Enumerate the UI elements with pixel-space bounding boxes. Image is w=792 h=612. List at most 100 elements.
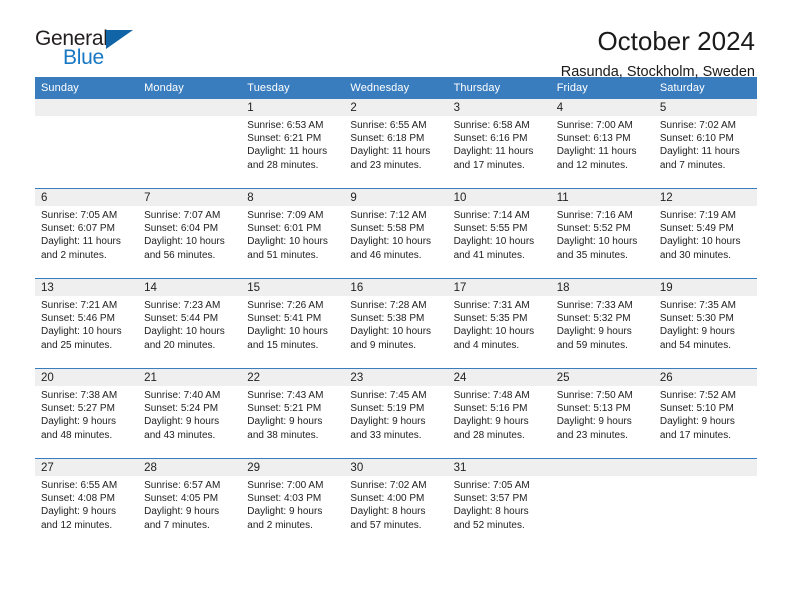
daylight-text-line1: Daylight: 9 hours	[41, 416, 117, 428]
daylight-text-line1: Daylight: 11 hours	[659, 146, 740, 158]
page-header: General Blue October 2024 Rasunda, Stock…	[35, 0, 757, 80]
sunrise-text: Sunrise: 7:00 AM	[247, 480, 324, 491]
sunrise-text: Sunrise: 6:55 AM	[350, 120, 427, 131]
day-details: Sunrise: 7:16 AM Sunset: 5:52 PM Daylight:…	[551, 206, 654, 262]
day-cell-inner	[653, 459, 757, 548]
day-number: 25	[550, 369, 654, 386]
daylight-text-line2: and 41 minutes.	[453, 249, 525, 261]
calendar-day-cell[interactable]: 15 Sunrise: 7:26 AM Sunset: 5:41 PM Dayligh…	[241, 278, 345, 369]
day-cell-inner: 2 Sunrise: 6:55 AM Sunset: 6:18 PM Daylight…	[344, 99, 448, 188]
sunrise-text: Sunrise: 7:45 AM	[350, 390, 427, 401]
calendar-day-cell[interactable]: 6 Sunrise: 7:05 AM Sunset: 6:07 PM Daylight…	[35, 188, 139, 279]
calendar-day-cell[interactable]: 27 Sunrise: 6:55 AM Sunset: 4:08 PM Dayligh…	[35, 458, 139, 548]
day-number: 18	[550, 279, 654, 296]
calendar-day-cell[interactable]: 17 Sunrise: 7:31 AM Sunset: 5:35 PM Dayligh…	[447, 278, 551, 369]
daylight-text-line1: Daylight: 10 hours	[247, 236, 328, 248]
sunrise-text: Sunrise: 7:05 AM	[41, 210, 118, 221]
sunset-text: Sunset: 4:03 PM	[247, 493, 322, 505]
day-details: Sunrise: 7:23 AM Sunset: 5:44 PM Daylight:…	[138, 296, 241, 352]
calendar-day-cell[interactable]: 9 Sunrise: 7:12 AM Sunset: 5:58 PM Daylight…	[344, 188, 448, 279]
calendar-week-row: 1 Sunrise: 6:53 AM Sunset: 6:21 PM Daylight…	[35, 99, 757, 189]
day-number: 30	[344, 459, 448, 476]
page-title: October 2024	[597, 26, 755, 56]
calendar-day-cell[interactable]: 2 Sunrise: 6:55 AM Sunset: 6:18 PM Daylight…	[344, 99, 448, 189]
daylight-text-line2: and 4 minutes.	[453, 339, 520, 351]
day-number: 5	[653, 99, 757, 116]
day-number: 2	[344, 99, 448, 116]
day-number: 7	[138, 189, 242, 206]
sunset-text: Sunset: 5:52 PM	[556, 223, 631, 235]
calendar-day-cell[interactable]: 26 Sunrise: 7:52 AM Sunset: 5:10 PM Dayligh…	[653, 368, 757, 459]
day-details	[551, 476, 654, 479]
calendar-day-cell[interactable]: 4 Sunrise: 7:00 AM Sunset: 6:13 PM Daylight…	[550, 99, 654, 189]
sunrise-text: Sunrise: 7:07 AM	[144, 210, 221, 221]
calendar-day-cell[interactable]: 29 Sunrise: 7:00 AM Sunset: 4:03 PM Dayligh…	[241, 458, 345, 548]
calendar-day-cell[interactable]: 11 Sunrise: 7:16 AM Sunset: 5:52 PM Dayligh…	[550, 188, 654, 279]
calendar-day-cell[interactable]: 31 Sunrise: 7:05 AM Sunset: 3:57 PM Dayligh…	[447, 458, 551, 548]
daylight-text-line1: Daylight: 9 hours	[247, 416, 323, 428]
day-cell-inner: 22 Sunrise: 7:43 AM Sunset: 5:21 PM Dayligh…	[241, 369, 345, 458]
daylight-text-line1: Daylight: 10 hours	[453, 326, 535, 338]
day-cell-inner: 11 Sunrise: 7:16 AM Sunset: 5:52 PM Dayligh…	[550, 189, 654, 278]
calendar-day-cell[interactable]: 23 Sunrise: 7:45 AM Sunset: 5:19 PM Dayligh…	[344, 368, 448, 459]
sunrise-text: Sunrise: 7:40 AM	[144, 390, 221, 401]
calendar-day-cell[interactable]: 8 Sunrise: 7:09 AM Sunset: 6:01 PM Daylight…	[241, 188, 345, 279]
day-details: Sunrise: 6:55 AM Sunset: 4:08 PM Daylight:…	[35, 476, 138, 532]
daylight-text-line2: and 54 minutes.	[659, 339, 732, 351]
day-number: 17	[447, 279, 551, 296]
daylight-text-line1: Daylight: 10 hours	[453, 236, 535, 248]
calendar-week-row: 20 Sunrise: 7:38 AM Sunset: 5:27 PM Dayligh…	[35, 368, 757, 459]
sunset-text: Sunset: 5:27 PM	[41, 403, 115, 415]
calendar-day-cell[interactable]: 22 Sunrise: 7:43 AM Sunset: 5:21 PM Dayligh…	[241, 368, 345, 459]
daylight-text-line1: Daylight: 11 hours	[41, 236, 121, 248]
day-details: Sunrise: 7:12 AM Sunset: 5:58 PM Daylight:…	[344, 206, 447, 262]
sunrise-text: Sunrise: 7:02 AM	[350, 480, 427, 491]
sunset-text: Sunset: 4:00 PM	[350, 493, 425, 505]
day-number: 27	[35, 459, 139, 476]
calendar-day-cell-empty	[138, 99, 242, 189]
day-cell-inner	[138, 99, 242, 188]
calendar-day-cell[interactable]: 12 Sunrise: 7:19 AM Sunset: 5:49 PM Dayligh…	[653, 188, 757, 279]
calendar-day-cell[interactable]: 20 Sunrise: 7:38 AM Sunset: 5:27 PM Dayligh…	[35, 368, 139, 459]
sunset-text: Sunset: 5:16 PM	[453, 403, 528, 415]
day-number	[138, 99, 242, 116]
calendar-day-cell[interactable]: 19 Sunrise: 7:35 AM Sunset: 5:30 PM Dayligh…	[653, 278, 757, 369]
daylight-text-line1: Daylight: 9 hours	[659, 326, 735, 338]
day-details: Sunrise: 7:35 AM Sunset: 5:30 PM Daylight:…	[654, 296, 757, 352]
calendar-day-cell[interactable]: 21 Sunrise: 7:40 AM Sunset: 5:24 PM Dayligh…	[138, 368, 242, 459]
daylight-text-line2: and 23 minutes.	[350, 159, 422, 171]
day-number: 13	[35, 279, 139, 296]
daylight-text-line2: and 12 minutes.	[556, 159, 628, 171]
day-number: 19	[653, 279, 757, 296]
calendar-day-cell[interactable]: 24 Sunrise: 7:48 AM Sunset: 5:16 PM Dayligh…	[447, 368, 551, 459]
day-details: Sunrise: 7:45 AM Sunset: 5:19 PM Daylight:…	[344, 386, 447, 442]
calendar-day-cell[interactable]: 30 Sunrise: 7:02 AM Sunset: 4:00 PM Dayligh…	[344, 458, 448, 548]
daylight-text-line2: and 57 minutes.	[350, 519, 422, 531]
day-cell-inner: 23 Sunrise: 7:45 AM Sunset: 5:19 PM Dayligh…	[344, 369, 448, 458]
daylight-text-line1: Daylight: 10 hours	[144, 326, 225, 338]
calendar-day-cell[interactable]: 18 Sunrise: 7:33 AM Sunset: 5:32 PM Dayligh…	[550, 278, 654, 369]
calendar-day-cell[interactable]: 10 Sunrise: 7:14 AM Sunset: 5:55 PM Dayligh…	[447, 188, 551, 279]
sunset-text: Sunset: 5:30 PM	[659, 313, 734, 325]
day-cell-inner: 24 Sunrise: 7:48 AM Sunset: 5:16 PM Dayligh…	[447, 369, 551, 458]
sunrise-text: Sunrise: 7:16 AM	[556, 210, 633, 221]
calendar-day-cell[interactable]: 1 Sunrise: 6:53 AM Sunset: 6:21 PM Daylight…	[241, 99, 345, 189]
sunrise-text: Sunrise: 6:53 AM	[247, 120, 324, 131]
calendar-day-cell[interactable]: 7 Sunrise: 7:07 AM Sunset: 6:04 PM Daylight…	[138, 188, 242, 279]
sunset-text: Sunset: 6:21 PM	[247, 133, 322, 145]
sunrise-text: Sunrise: 7:33 AM	[556, 300, 633, 311]
daylight-text-line2: and 33 minutes.	[350, 429, 422, 441]
calendar-day-cell[interactable]: 28 Sunrise: 6:57 AM Sunset: 4:05 PM Dayligh…	[138, 458, 242, 548]
calendar-day-cell[interactable]: 3 Sunrise: 6:58 AM Sunset: 6:16 PM Daylight…	[447, 99, 551, 189]
calendar-day-cell[interactable]: 13 Sunrise: 7:21 AM Sunset: 5:46 PM Dayligh…	[35, 278, 139, 369]
day-number: 6	[35, 189, 139, 206]
day-number	[550, 459, 654, 476]
generalblue-logo[interactable]: General Blue	[35, 28, 155, 76]
day-number: 24	[447, 369, 551, 386]
calendar-day-cell[interactable]: 16 Sunrise: 7:28 AM Sunset: 5:38 PM Dayligh…	[344, 278, 448, 369]
calendar-day-cell[interactable]: 14 Sunrise: 7:23 AM Sunset: 5:44 PM Dayligh…	[138, 278, 242, 369]
day-number: 9	[344, 189, 448, 206]
calendar-day-cell[interactable]: 5 Sunrise: 7:02 AM Sunset: 6:10 PM Daylight…	[653, 99, 757, 189]
daylight-text-line2: and 56 minutes.	[144, 249, 216, 261]
calendar-day-cell[interactable]: 25 Sunrise: 7:50 AM Sunset: 5:13 PM Dayligh…	[550, 368, 654, 459]
